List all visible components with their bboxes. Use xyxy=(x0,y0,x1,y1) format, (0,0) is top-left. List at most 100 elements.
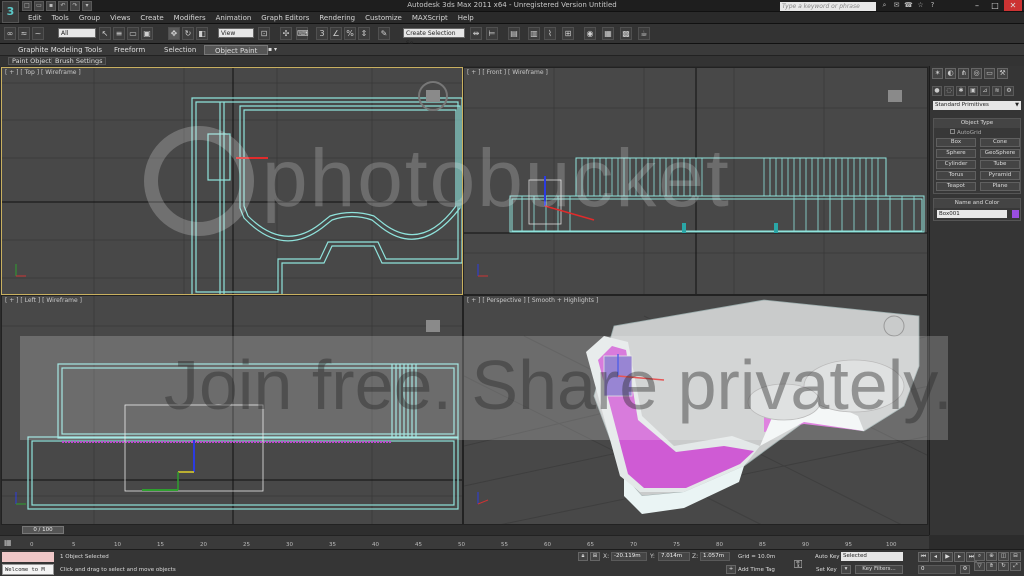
bind-space-warp-icon[interactable]: ~ xyxy=(32,27,44,40)
viewport-top[interactable]: [ + ] [ Top ] [ Wireframe ] xyxy=(1,67,463,295)
next-frame-icon[interactable]: ▸ xyxy=(954,552,965,562)
reference-coordinate-dropdown[interactable]: View xyxy=(218,28,254,38)
percent-snap-icon[interactable]: % xyxy=(344,27,356,40)
hierarchy-panel-icon[interactable]: ⋔ xyxy=(958,68,969,79)
helpers-category-icon[interactable]: ⊿ xyxy=(980,86,990,96)
select-object-icon[interactable]: ↖ xyxy=(99,27,111,40)
menu-maxscript[interactable]: MAXScript xyxy=(412,14,448,22)
time-tag-icon[interactable]: + xyxy=(726,565,736,574)
search-input[interactable]: Type a keyword or phrase xyxy=(780,2,876,11)
box-button[interactable]: Box xyxy=(936,138,976,147)
align-icon[interactable]: ⊨ xyxy=(486,27,498,40)
pyramid-button[interactable]: Pyramid xyxy=(980,171,1020,180)
track-bar[interactable]: ▦ 0 5 10 15 20 25 30 35 40 45 50 55 60 6… xyxy=(0,535,929,549)
select-and-scale-icon[interactable]: ◧ xyxy=(196,27,208,40)
object-type-header[interactable]: Object Type xyxy=(934,119,1020,128)
mini-curve-editor-icon[interactable]: ▦ xyxy=(4,538,12,547)
spinner-snap-icon[interactable]: ⇕ xyxy=(358,27,370,40)
key-mode-dropdown[interactable]: Selected xyxy=(841,552,903,561)
time-slider[interactable]: 0 / 100 xyxy=(0,525,929,535)
menu-edit[interactable]: Edit xyxy=(28,14,42,22)
maxscript-mini-listener[interactable]: Welcome to M xyxy=(2,564,54,575)
menu-tools[interactable]: Tools xyxy=(52,14,69,22)
motion-panel-icon[interactable]: ◎ xyxy=(971,68,982,79)
minimize-button[interactable]: – xyxy=(968,0,986,11)
display-panel-icon[interactable]: ▭ xyxy=(984,68,995,79)
zoom-extents-all-icon[interactable]: ⊟ xyxy=(1010,552,1021,561)
comm-center-icon[interactable]: ☎ xyxy=(904,1,913,10)
star-icon[interactable]: ☆ xyxy=(916,1,925,10)
ribbon-options-icon[interactable]: ▪ ▾ xyxy=(268,46,277,53)
object-color-swatch[interactable] xyxy=(1012,210,1020,218)
field-of-view-icon[interactable]: ▽ xyxy=(974,562,985,571)
time-configuration-icon[interactable]: ⚙ xyxy=(960,565,970,574)
z-coordinate-input[interactable]: 1.057m xyxy=(700,552,730,561)
auto-key-button[interactable]: Auto Key xyxy=(815,554,840,560)
name-and-color-header[interactable]: Name and Color xyxy=(934,199,1020,208)
menu-customize[interactable]: Customize xyxy=(365,14,402,22)
zoom-extents-icon[interactable]: ◫ xyxy=(998,552,1009,561)
subscription-icon[interactable]: ✉ xyxy=(892,1,901,10)
tab-graphite-modeling-tools[interactable]: Graphite Modeling Tools xyxy=(18,46,102,54)
select-and-rotate-icon[interactable]: ↻ xyxy=(182,27,194,40)
teapot-button[interactable]: Teapot xyxy=(936,182,976,191)
utilities-panel-icon[interactable]: ⚒ xyxy=(997,68,1008,79)
cone-button[interactable]: Cone xyxy=(980,138,1020,147)
current-frame-input[interactable]: 0 xyxy=(918,565,956,574)
cylinder-button[interactable]: Cylinder xyxy=(936,160,976,169)
y-coordinate-input[interactable]: 7.014m xyxy=(658,552,690,561)
render-production-icon[interactable]: ☕ xyxy=(638,27,650,40)
maximize-viewport-icon[interactable]: ⤢ xyxy=(1010,562,1021,571)
named-selection-dropdown[interactable]: Create Selection Se xyxy=(403,28,465,47)
torus-button[interactable]: Torus xyxy=(936,171,976,180)
key-filter-toggle-icon[interactable]: ▾ xyxy=(841,565,851,574)
maxscript-listener-output[interactable] xyxy=(2,552,54,562)
viewport-label-top[interactable]: [ + ] [ Top ] [ Wireframe ] xyxy=(5,69,81,76)
systems-category-icon[interactable]: ⚙ xyxy=(1004,86,1014,96)
sphere-button[interactable]: Sphere xyxy=(936,149,976,158)
select-manipulate-icon[interactable]: ✣ xyxy=(280,27,292,40)
cameras-category-icon[interactable]: ▣ xyxy=(968,86,978,96)
tab-object-paint[interactable]: Object Paint xyxy=(204,45,269,55)
selection-filter-dropdown[interactable]: All xyxy=(58,28,96,38)
set-key-button[interactable]: Set Key xyxy=(816,567,837,573)
schematic-view-icon[interactable]: ⊞ xyxy=(562,27,574,40)
menu-rendering[interactable]: Rendering xyxy=(319,14,355,22)
maximize-button[interactable]: □ xyxy=(986,0,1004,11)
create-panel-icon[interactable]: ✶ xyxy=(932,68,943,79)
time-slider-thumb[interactable]: 0 / 100 xyxy=(22,526,64,534)
material-editor-icon[interactable]: ◉ xyxy=(584,27,596,40)
select-by-name-icon[interactable]: ≡ xyxy=(113,27,125,40)
key-filters-button[interactable]: Key Filters... xyxy=(855,565,903,574)
lock-selection-icon[interactable]: 🔒︎ xyxy=(578,552,588,561)
render-setup-icon[interactable]: ▦ xyxy=(602,27,614,40)
menu-animation[interactable]: Animation xyxy=(216,14,252,22)
menu-modifiers[interactable]: Modifiers xyxy=(174,14,206,22)
add-time-tag[interactable]: Add Time Tag xyxy=(738,567,775,573)
absolute-mode-transform-icon[interactable]: ⊞ xyxy=(590,552,600,561)
zoom-icon[interactable]: ⌕ xyxy=(974,552,985,561)
geosphere-button[interactable]: GeoSphere xyxy=(980,149,1020,158)
link-icon[interactable]: ∞ xyxy=(4,27,16,40)
edit-named-selection-icon[interactable]: ✎ xyxy=(378,27,390,40)
zoom-all-icon[interactable]: ⊕ xyxy=(986,552,997,561)
x-coordinate-input[interactable]: -20.119m xyxy=(611,552,647,561)
primitive-category-dropdown[interactable]: Standard Primitives ▼ xyxy=(933,101,1021,110)
tube-button[interactable]: Tube xyxy=(980,160,1020,169)
keyboard-shortcut-icon[interactable]: ⌨ xyxy=(296,27,309,40)
unlink-icon[interactable]: ≈ xyxy=(18,27,30,40)
rendered-frame-window-icon[interactable]: ▩ xyxy=(620,27,632,40)
mirror-icon[interactable]: ⇹ xyxy=(470,27,482,40)
play-icon[interactable]: ▶ xyxy=(942,552,953,562)
select-and-move-icon[interactable]: ✥ xyxy=(168,27,180,40)
layer-manager-icon[interactable]: ▤ xyxy=(508,27,520,40)
angle-snap-icon[interactable]: ∠ xyxy=(330,27,342,40)
viewport-left[interactable]: [ + ] [ Left ] [ Wireframe ] xyxy=(1,295,463,525)
snaps-toggle-icon[interactable]: 3 xyxy=(316,27,328,40)
menu-group[interactable]: Group xyxy=(79,14,100,22)
app-menu-button[interactable]: 3 xyxy=(2,1,19,23)
modify-panel-icon[interactable]: ◐ xyxy=(945,68,956,79)
panel-brush-settings[interactable]: Brush Settings xyxy=(51,57,107,65)
menu-create[interactable]: Create xyxy=(140,14,163,22)
shapes-category-icon[interactable]: ◌ xyxy=(944,86,954,96)
